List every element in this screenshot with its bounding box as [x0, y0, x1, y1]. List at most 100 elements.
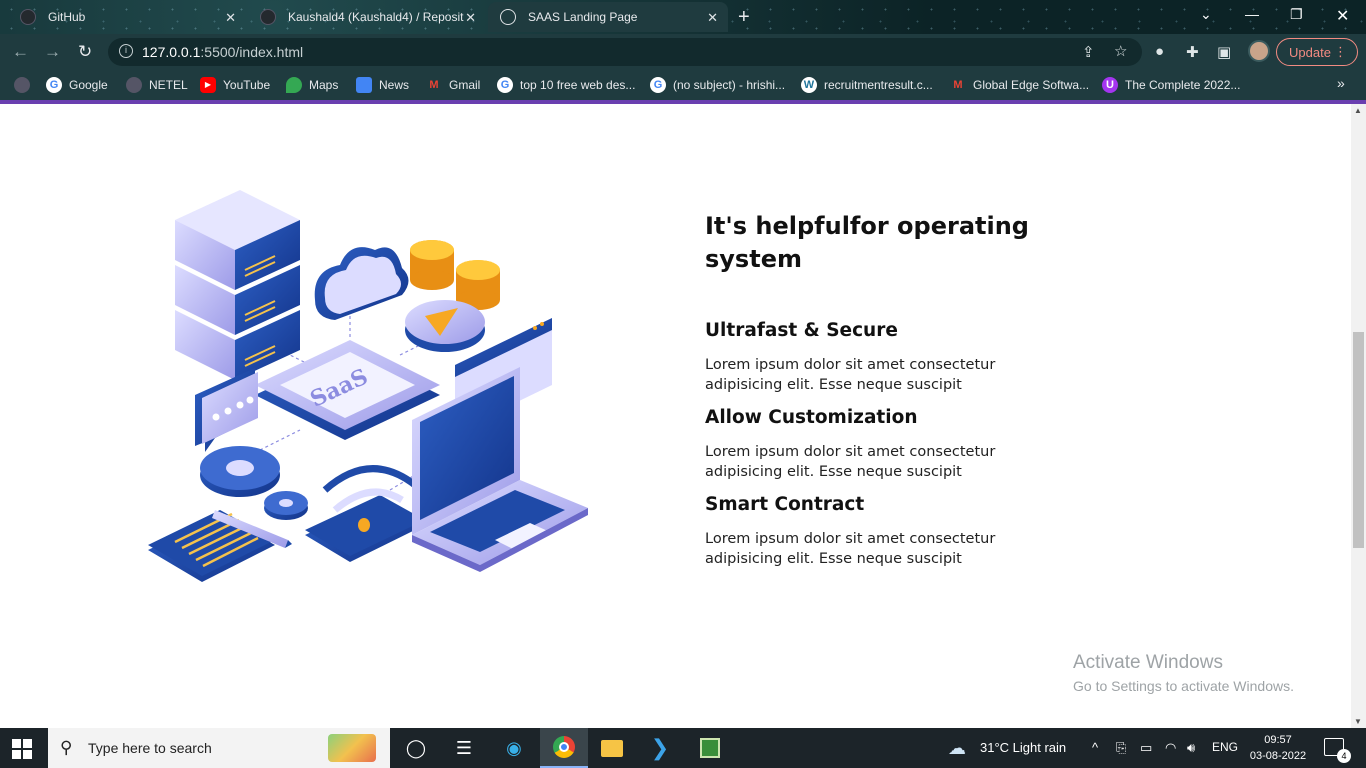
wifi-tablet-icon: [305, 465, 425, 562]
globe-icon: [126, 77, 142, 93]
play-button-icon: [405, 300, 485, 352]
volume-icon[interactable]: 🔊︎: [1187, 740, 1195, 756]
page-content: SaaS It's helpfulfor operating system Ul…: [0, 104, 1351, 728]
avatar[interactable]: [1248, 40, 1270, 62]
notepad-icon: [148, 510, 275, 582]
bookmark-web-design[interactable]: Gtop 10 free web des...: [497, 77, 635, 93]
cloud-icon: [314, 247, 409, 320]
bookmark-netel[interactable]: NETEL: [126, 77, 188, 93]
vscode-icon[interactable]: ❯: [636, 728, 684, 768]
bookmark-google[interactable]: G Google: [46, 77, 108, 93]
task-manager-icon[interactable]: [686, 728, 734, 768]
windows-start-button[interactable]: [12, 739, 32, 759]
restore-button[interactable]: ❐: [1290, 6, 1303, 23]
close-icon[interactable]: ✕: [465, 10, 476, 26]
globe-icon: [500, 9, 516, 25]
update-button[interactable]: Update ⋮: [1276, 38, 1358, 66]
features-section: It's helpfulfor operating system Ultrafa…: [705, 210, 1035, 581]
share-icon[interactable]: ⇪: [1082, 43, 1095, 61]
chevron-up-icon[interactable]: ^: [1092, 740, 1098, 755]
search-icon: ⚲: [60, 738, 73, 757]
github-icon: [20, 9, 36, 25]
close-icon[interactable]: ✕: [707, 10, 718, 26]
scroll-up-icon[interactable]: ▲: [1354, 106, 1362, 115]
address-url[interactable]: 127.0.0.1:5500/index.html: [142, 44, 303, 60]
language-indicator[interactable]: ENG: [1212, 740, 1238, 754]
scrollbar-thumb[interactable]: [1353, 332, 1364, 548]
bookmark-label: (no subject) - hrishi...: [673, 78, 786, 92]
bookmark-label: Gmail: [449, 78, 481, 92]
apps-icon[interactable]: [14, 77, 37, 93]
notification-center-button[interactable]: 4: [1324, 738, 1351, 763]
weather-icon[interactable]: ☁: [948, 738, 966, 759]
bookmark-label: YouTube: [223, 78, 271, 92]
widgets-button[interactable]: ☰: [440, 728, 488, 768]
tab-github[interactable]: GitHub ✕: [8, 2, 246, 32]
laptop-icon: [412, 367, 588, 572]
github-icon: [260, 9, 276, 25]
close-window-button[interactable]: ✕: [1336, 6, 1349, 26]
bookmark-no-subject[interactable]: G (no subject) - hrishi...: [650, 77, 785, 93]
bookmark-maps[interactable]: Maps: [286, 77, 338, 93]
url-host: 127.0.0.1: [142, 44, 201, 60]
bookmark-label: Global Edge Softwa...: [973, 78, 1090, 92]
back-button[interactable]: ←: [12, 42, 29, 62]
side-panel-icon[interactable]: ▣: [1217, 43, 1231, 61]
bookmark-gmail[interactable]: M Gmail: [426, 77, 480, 93]
chat-bubble-icon: [195, 368, 258, 452]
scroll-down-icon[interactable]: ▼: [1354, 717, 1362, 726]
google-icon: G: [650, 77, 666, 93]
chrome-icon[interactable]: [540, 728, 588, 768]
new-tab-button[interactable]: +: [738, 6, 750, 29]
gmail-icon: M: [953, 79, 963, 91]
url-path: :5500/index.html: [200, 44, 304, 60]
star-icon[interactable]: ☆: [1114, 42, 1127, 60]
section-heading: It's helpfulfor operating system: [705, 212, 1029, 273]
reload-button[interactable]: ↻: [78, 42, 92, 62]
search-highlight-icon[interactable]: [328, 734, 376, 762]
weather-text[interactable]: 31°C Light rain: [980, 740, 1066, 755]
bookmark-recruitment[interactable]: Wrecruitmentresult.c...: [801, 77, 933, 93]
coins-icon: [410, 240, 500, 310]
wifi-icon[interactable]: ◠: [1165, 740, 1176, 756]
search-placeholder: Type here to search: [88, 740, 212, 756]
puzzle-icon[interactable]: ✚: [1186, 43, 1199, 61]
watermark-subtitle: Go to Settings to activate Windows.: [1073, 678, 1294, 694]
address-bar[interactable]: i 127.0.0.1:5500/index.html ⇪ ☆: [108, 38, 1142, 66]
youtube-icon: ▶: [200, 77, 216, 93]
feature-title: Allow Customization: [705, 407, 918, 428]
taskbar-search-box[interactable]: ⚲ Type here to search: [48, 728, 390, 768]
news-icon: [356, 77, 372, 93]
page-scrollbar[interactable]: ▲ ▼: [1351, 104, 1366, 728]
file-explorer-icon[interactable]: [588, 728, 636, 768]
more-bookmarks-icon[interactable]: »: [1337, 75, 1345, 91]
bookmark-news[interactable]: News: [356, 77, 409, 93]
gear-icon: [200, 446, 308, 520]
clock-date: 03-08-2022: [1249, 750, 1307, 762]
task-view-button[interactable]: ◯: [392, 728, 440, 768]
chevron-down-icon[interactable]: ⌄: [1200, 6, 1212, 23]
battery-icon[interactable]: ▭: [1140, 740, 1152, 756]
tab-kaushald4[interactable]: Kaushald4 (Kaushald4) / Reposit ✕: [248, 2, 486, 32]
bookmark-the-complete[interactable]: U The Complete 2022...: [1102, 77, 1240, 93]
feature-title: Smart Contract: [705, 494, 865, 515]
bookmark-global-edge[interactable]: M Global Edge Softwa...: [950, 77, 1089, 93]
usb-icon[interactable]: ⎘: [1116, 740, 1126, 756]
activate-windows-watermark: Activate Windows Go to Settings to activ…: [1073, 652, 1294, 694]
bookmark-label: recruitmentresult.c...: [824, 78, 933, 92]
info-icon[interactable]: i: [119, 44, 133, 58]
close-icon[interactable]: ✕: [225, 10, 236, 26]
clock-time: 09:57: [1264, 734, 1292, 746]
tab-saas-landing-page[interactable]: SAAS Landing Page ✕: [488, 2, 728, 32]
system-clock[interactable]: 09:57 03-08-2022: [1248, 732, 1308, 764]
more-icon: ⋮: [1334, 44, 1347, 59]
feature-description: Lorem ipsum dolor sit amet consectetur a…: [705, 531, 996, 567]
browser-toolbar: ← → ↻ i 127.0.0.1:5500/index.html ⇪ ☆ ● …: [0, 34, 1366, 70]
bookmark-youtube[interactable]: ▶ YouTube: [200, 77, 270, 93]
forward-button[interactable]: →: [44, 42, 61, 62]
update-label: Update: [1289, 45, 1331, 60]
edge-icon[interactable]: ◉: [490, 728, 538, 768]
minimize-button[interactable]: —: [1245, 6, 1259, 22]
extension-icon[interactable]: ●: [1155, 43, 1164, 60]
tab-title: Kaushald4 (Kaushald4) / Reposit: [288, 10, 464, 24]
